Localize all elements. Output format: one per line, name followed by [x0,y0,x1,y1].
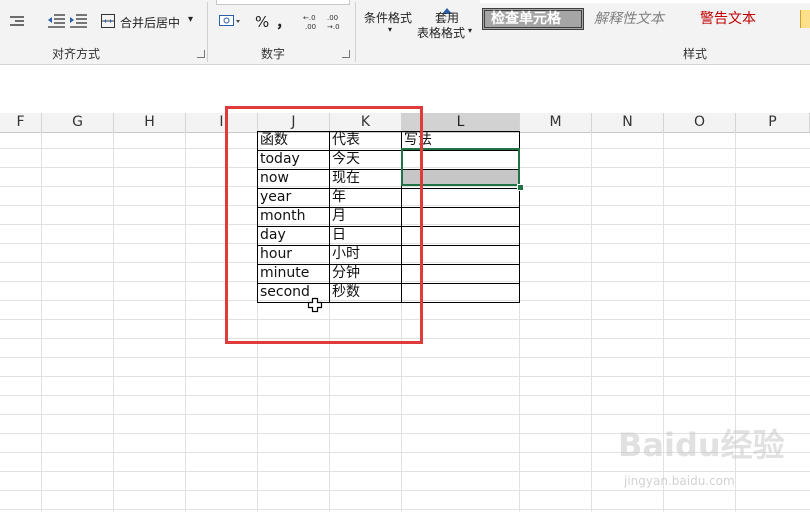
ribbon-separator [207,2,208,62]
grid-hline [0,395,810,396]
column-header-o[interactable]: O [664,113,736,132]
column-header-n[interactable]: N [592,113,664,132]
table-format-icon[interactable] [440,0,454,14]
comma-style-button[interactable]: ， [276,11,291,32]
style-gallery-scroll-icon[interactable] [800,10,810,28]
column-header-f[interactable]: F [0,113,42,132]
increase-decimal-icon[interactable]: ←.0.00 [302,11,322,31]
alignment-dialog-launcher-icon[interactable] [197,50,205,58]
grid-hline [0,357,810,358]
merge-center-icon[interactable] [100,12,116,30]
percent-style-button[interactable]: % [255,13,269,31]
alignment-group-label: 对齐方式 [52,47,101,61]
style-check-cell[interactable]: 检查单元格 [482,8,584,30]
number-format-dropdown[interactable] [216,0,350,5]
watermark-url: jingyan.baidu.com [624,474,735,488]
column-header-h[interactable]: H [114,113,186,132]
grid-hline [0,376,810,377]
column-header-m[interactable]: M [520,113,592,132]
column-header-g[interactable]: G [42,113,114,132]
grid-hline [0,414,810,415]
merge-center-dropdown[interactable]: ▾ [188,14,193,25]
increase-indent-icon[interactable] [68,12,88,30]
style-warning-text[interactable]: 警告文本 [694,8,762,30]
style-explanatory-text[interactable]: 解释性文本 [588,8,670,30]
column-header-p[interactable]: P [736,113,810,132]
grid-vline [185,132,186,512]
merge-center-button[interactable]: 合并后居中 [120,14,180,31]
ribbon: 合并后居中 ▾ 对齐方式 % ， ←.0.00 .00 →.0 数字 条件格式 ▾… [0,0,810,65]
table-format-dropdown-icon[interactable]: ▾ [468,26,472,35]
grid-vline [591,132,592,512]
currency-format-icon[interactable] [218,12,242,30]
decrease-decimal-icon[interactable]: .00 →.0 [326,11,346,31]
grid-hline [0,471,810,472]
styles-group-label: 样式 [683,47,708,61]
grid-vline [113,132,114,512]
fill-handle[interactable] [517,184,524,191]
watermark-text: Baidu经验 [618,426,785,464]
svg-text:.00: .00 [305,23,316,31]
svg-text:←.0: ←.0 [303,14,316,22]
svg-text:→.0: →.0 [327,23,340,31]
svg-text:.00: .00 [327,14,338,22]
number-group-label: 数字 [261,47,286,61]
style-gallery-top-strip [480,0,810,3]
align-right-icon[interactable] [6,14,26,30]
ribbon-separator [355,2,356,62]
table-format-button-line2[interactable]: 表格格式 [417,24,465,41]
conditional-format-dropdown-icon[interactable]: ▾ [388,25,392,34]
number-dialog-launcher-icon[interactable] [342,50,350,58]
highlight-annotation-box [225,106,423,344]
grid-hline [0,509,810,510]
conditional-format-button[interactable]: 条件格式 [364,9,412,26]
grid-vline [41,132,42,512]
grid-hline [0,490,810,491]
decrease-indent-icon[interactable] [46,12,66,30]
